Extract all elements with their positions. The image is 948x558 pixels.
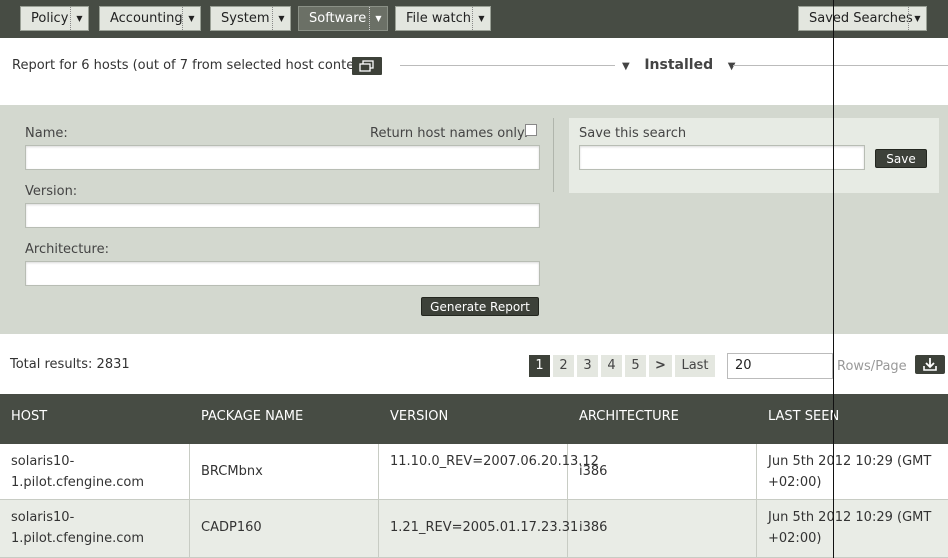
caret-down-icon[interactable]: ▼	[908, 7, 926, 30]
divider	[553, 118, 554, 192]
tab-accounting[interactable]: Accounting ▼	[99, 6, 201, 31]
next-page-link[interactable]: >	[649, 355, 672, 377]
popout-window-icon[interactable]	[352, 57, 382, 75]
rows-per-page-input[interactable]: 20	[727, 353, 833, 379]
caret-down-icon: ▼	[622, 61, 630, 72]
caret-down-icon: ▼	[727, 61, 736, 72]
report-summary: Report for 6 hosts (out of 7 from select…	[12, 58, 372, 73]
host-names-only-checkbox[interactable]	[525, 124, 537, 136]
page-4-link[interactable]: 4	[601, 355, 622, 377]
version-cell: 11.10.0_REV=2007.06.20.13.12	[379, 444, 599, 499]
report-type-selector[interactable]: ▼ Installed ▼	[622, 57, 735, 73]
saved-searches-label: Saved Searches	[809, 11, 913, 26]
page-1-link[interactable]: 1	[529, 355, 550, 377]
version-input[interactable]	[25, 203, 540, 228]
last-seen-cell: Jun 5th 2012 10:29 (GMT +02:00)	[768, 510, 932, 546]
save-search-title: Save this search	[579, 126, 687, 141]
version-cell: 1.21_REV=2005.01.17.23.31	[379, 500, 578, 557]
col-header-last-seen[interactable]: LAST SEEN	[768, 409, 839, 424]
caret-down-icon[interactable]: ▼	[369, 7, 387, 30]
package-cell: BRCMbnx	[190, 444, 379, 499]
tab-label: Policy	[31, 11, 69, 26]
host-names-only-label: Return host names only:	[370, 126, 529, 141]
architecture-cell: i386	[568, 500, 757, 557]
caret-down-icon[interactable]: ▼	[70, 7, 88, 30]
table-row: solaris10-1.pilot.cfengine.com BRCMbnx 1…	[0, 444, 948, 500]
architecture-cell: i386	[568, 444, 757, 499]
tab-label: System	[221, 11, 270, 26]
version-label: Version:	[25, 184, 78, 199]
divider	[733, 65, 948, 66]
page-5-link[interactable]: 5	[625, 355, 646, 377]
host-cell: solaris10-1.pilot.cfengine.com	[0, 444, 190, 499]
tab-label: File watch	[406, 11, 471, 26]
tab-system[interactable]: System ▼	[210, 6, 291, 31]
page-2-link[interactable]: 2	[553, 355, 574, 377]
caret-down-icon[interactable]: ▼	[272, 7, 290, 30]
save-search-input[interactable]	[579, 145, 865, 170]
report-type-label: Installed	[644, 57, 714, 73]
top-nav-bar: Policy ▼ Accounting ▼ System ▼ Software …	[0, 0, 948, 38]
rows-per-page-label: Rows/Page	[837, 359, 907, 374]
col-header-version[interactable]: VERSION	[390, 409, 448, 424]
page-3-link[interactable]: 3	[577, 355, 598, 377]
saved-searches-button[interactable]: Saved Searches ▼	[798, 6, 927, 31]
divider	[400, 65, 615, 66]
caret-down-icon[interactable]: ▼	[182, 7, 200, 30]
save-button[interactable]: Save	[875, 149, 927, 168]
name-input[interactable]	[25, 145, 540, 170]
table-header: HOST PACKAGE NAME VERSION ARCHITECTURE L…	[0, 394, 948, 444]
download-icon[interactable]	[915, 355, 945, 374]
table-row: solaris10-1.pilot.cfengine.com CADP160 1…	[0, 500, 948, 558]
architecture-label: Architecture:	[25, 242, 109, 257]
col-header-package[interactable]: PACKAGE NAME	[201, 409, 303, 424]
col-header-host[interactable]: HOST	[11, 409, 47, 424]
architecture-input[interactable]	[25, 261, 540, 286]
caret-down-icon[interactable]: ▼	[472, 7, 490, 30]
name-label: Name:	[25, 126, 68, 141]
host-cell: solaris10-1.pilot.cfengine.com	[0, 500, 190, 557]
total-results: Total results: 2831	[10, 357, 130, 372]
tab-label: Software	[309, 11, 367, 26]
tab-label: Accounting	[110, 11, 183, 26]
tab-software[interactable]: Software ▼	[298, 6, 388, 31]
last-seen-cell: Jun 5th 2012 10:29 (GMT +02:00)	[768, 454, 932, 490]
col-header-architecture[interactable]: ARCHITECTURE	[579, 409, 679, 424]
package-cell: CADP160	[190, 500, 379, 557]
generate-report-button[interactable]: Generate Report	[421, 297, 539, 316]
tab-policy[interactable]: Policy ▼	[20, 6, 89, 31]
last-page-link[interactable]: Last	[675, 355, 715, 377]
tab-file-watch[interactable]: File watch ▼	[395, 6, 491, 31]
cursor-guide-line	[833, 0, 834, 558]
